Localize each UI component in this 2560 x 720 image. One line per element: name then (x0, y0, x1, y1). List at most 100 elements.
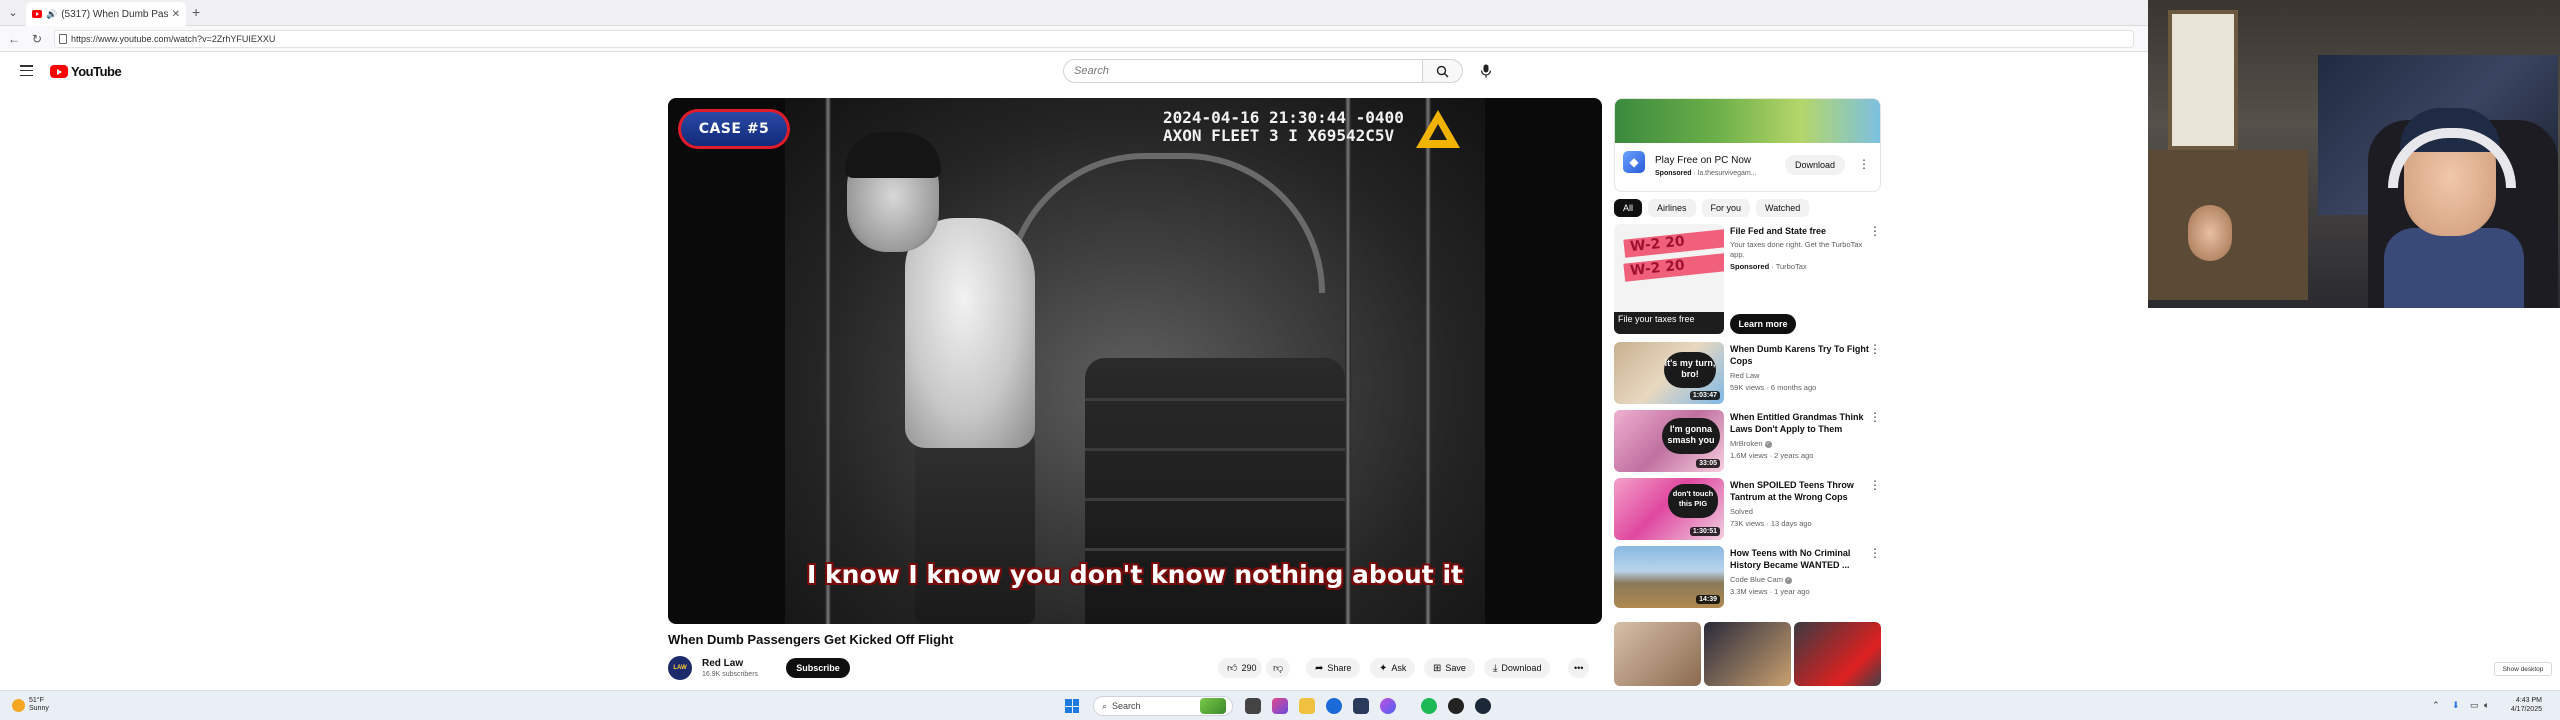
save-label: Save (1445, 663, 1466, 673)
sun-icon (12, 698, 25, 712)
menu-icon[interactable] (20, 65, 33, 76)
recommendation-title[interactable]: How Teens with No Criminal History Becam… (1730, 547, 1870, 571)
task-view-icon[interactable] (1245, 698, 1261, 714)
taskbar-search-label: Search (1112, 701, 1141, 711)
recommendation-thumbnail[interactable]: I'm gonna smash you 33:05 (1614, 410, 1724, 472)
channel-avatar[interactable]: LAW (668, 656, 692, 680)
volume-icon[interactable]: 🔈︎ (2484, 700, 2489, 711)
channel-name: MrBroken (1730, 439, 1763, 448)
edge-browser-icon[interactable] (1326, 698, 1342, 714)
browser-tab-bar: ⌄ 🔊 (5317) When Dumb Passeng... ✕ + (0, 0, 2148, 26)
speaker-icon[interactable]: 🔊 (46, 9, 57, 20)
tab-close-icon[interactable]: ✕ (172, 9, 180, 20)
recommendation-thumbnail[interactable] (1704, 622, 1791, 686)
show-desktop-tooltip: Show desktop (2494, 662, 2552, 676)
learn-more-button[interactable]: Learn more (1730, 314, 1796, 334)
reload-icon[interactable]: ↻ (32, 32, 42, 46)
steam-icon[interactable] (1475, 698, 1491, 714)
recommendation-title[interactable]: When SPOILED Teens Throw Tantrum at the … (1730, 479, 1870, 503)
ad-app-icon: ◆ (1623, 151, 1645, 173)
new-tab-button[interactable]: + (192, 5, 200, 19)
ad-sponsored-label: Sponsored (1655, 170, 1692, 177)
thumb-text: it's my turn, bro! (1664, 352, 1716, 388)
kebab-menu-icon[interactable]: ⋮ (1858, 157, 1870, 171)
share-label: Share (1327, 663, 1352, 673)
recommendation-item[interactable]: it's my turn, bro! 1:03:47 When Dumb Kar… (1614, 342, 1881, 404)
recommendation-title[interactable]: File Fed and State free (1730, 225, 1870, 237)
recommendation-thumbnail[interactable]: W-2 20 W-2 20 File your taxes free (1614, 224, 1724, 334)
tray-app-icon[interactable]: ⬇ (2452, 700, 2460, 711)
recommendation-channel[interactable]: MrBroken ✓ (1730, 439, 1772, 448)
ad-download-button[interactable]: Download (1785, 155, 1845, 175)
recommendation-preview-thumbnails[interactable] (1614, 622, 1881, 686)
channel-name[interactable]: Red Law (702, 658, 743, 669)
kebab-menu-icon[interactable]: ⋮ (1869, 410, 1881, 424)
ask-button[interactable]: ✦ Ask (1370, 658, 1416, 678)
search-icon: ⌕ (1102, 700, 1108, 711)
search-box[interactable] (1063, 59, 1423, 83)
recommendation-title[interactable]: When Entitled Grandmas Think Laws Don't … (1730, 411, 1870, 435)
ad-banner-image (1615, 99, 1880, 143)
search-button[interactable] (1423, 59, 1463, 83)
chip-watched[interactable]: Watched (1756, 199, 1810, 217)
download-button[interactable]: ⤓ Download (1484, 658, 1551, 678)
like-button[interactable]: 👍︎ 290 (1218, 658, 1263, 678)
kebab-menu-icon[interactable]: ⋮ (1869, 478, 1881, 492)
cage-bar (825, 98, 831, 624)
app-icon[interactable] (1380, 698, 1396, 714)
kebab-menu-icon[interactable]: ⋮ (1869, 546, 1881, 560)
ad-meta: Sponsored · la.thesurvivegam... (1655, 170, 1757, 177)
ad-title[interactable]: Play Free on PC Now (1655, 155, 1751, 166)
save-button[interactable]: ⊞ Save (1424, 658, 1475, 678)
recommendation-title[interactable]: When Dumb Karens Try To Fight Cops (1730, 343, 1870, 367)
recommendation-thumbnail[interactable]: 14:39 (1614, 546, 1724, 608)
recommendation-thumbnail[interactable]: it's my turn, bro! 1:03:47 (1614, 342, 1724, 404)
sponsored-ad-card[interactable]: ◆ Play Free on PC Now Sponsored · la.the… (1614, 98, 1881, 192)
chip-all[interactable]: All (1614, 199, 1643, 217)
recommendation-thumbnail[interactable] (1614, 622, 1701, 686)
clock-time: 4:43 PM (2515, 697, 2542, 704)
app-icon[interactable] (1272, 698, 1288, 714)
tray-chevron-icon[interactable]: ⌃ (2432, 700, 2440, 711)
kebab-menu-icon[interactable]: ⋮ (1869, 342, 1881, 356)
tab-list-chevron-icon[interactable]: ⌄ (6, 6, 20, 20)
back-arrow-icon[interactable]: ← (8, 32, 20, 46)
recommendation-channel[interactable]: Red Law (1730, 371, 1760, 380)
network-icon[interactable]: ▭ (2470, 700, 2479, 711)
windows-taskbar: 51°F Sunny ⌕ Search ⌃ ⬇ ▭ 🔈︎ 4:43 PM 4/1… (0, 690, 2560, 720)
sponsored-recommendation[interactable]: W-2 20 W-2 20 File your taxes free File … (1614, 224, 1881, 336)
recommendation-item[interactable]: I'm gonna smash you 33:05 When Entitled … (1614, 410, 1881, 472)
browser-tab-youtube[interactable]: 🔊 (5317) When Dumb Passeng... ✕ (26, 2, 186, 26)
chip-for-you[interactable]: For you (1701, 199, 1751, 217)
recommendation-channel[interactable]: Code Blue Cam ✓ (1730, 575, 1792, 584)
weather-widget[interactable]: 51°F Sunny (12, 697, 49, 713)
search-input[interactable] (1074, 65, 1422, 77)
video-player[interactable]: CASE #5 2024-04-16 21:30:44 -0400 AXON F… (668, 98, 1602, 624)
subscribe-button[interactable]: Subscribe (786, 658, 850, 678)
share-icon: ➦ (1315, 662, 1324, 674)
recommendation-thumbnail[interactable] (1794, 622, 1881, 686)
spotify-icon[interactable] (1421, 698, 1437, 714)
recommendation-thumbnail[interactable]: don't touch this PIG 1:30:51 (1614, 478, 1724, 540)
thumbs-down-icon: 👎︎ (1273, 663, 1284, 674)
more-actions-button[interactable]: ••• (1568, 658, 1590, 678)
store-icon[interactable] (1353, 698, 1369, 714)
kebab-menu-icon[interactable]: ⋮ (1869, 224, 1881, 238)
youtube-logo[interactable]: YouTube (50, 64, 122, 79)
webcam-overlay (2148, 0, 2560, 308)
dislike-button[interactable]: 👎︎ (1266, 658, 1291, 678)
taskbar-clock[interactable]: 4:43 PM 4/17/2025 (2500, 696, 2542, 714)
url-field[interactable]: https://www.youtube.com/watch?v=2ZrhYFUI… (54, 30, 2134, 48)
recommendation-channel[interactable]: Solved (1730, 507, 1753, 516)
voice-search-button[interactable] (1474, 59, 1498, 83)
app-icon[interactable] (1448, 698, 1464, 714)
youtube-logo-icon (50, 65, 68, 78)
chip-airlines[interactable]: Airlines (1648, 199, 1696, 217)
share-button[interactable]: ➦ Share (1306, 658, 1361, 678)
windows-start-icon[interactable] (1065, 699, 1079, 713)
file-explorer-icon[interactable] (1299, 698, 1315, 714)
taskbar-widget-icon[interactable] (1200, 698, 1226, 714)
ask-label: Ask (1391, 663, 1407, 673)
recommendation-item[interactable]: 14:39 How Teens with No Criminal History… (1614, 546, 1881, 608)
recommendation-item[interactable]: don't touch this PIG 1:30:51 When SPOILE… (1614, 478, 1881, 540)
